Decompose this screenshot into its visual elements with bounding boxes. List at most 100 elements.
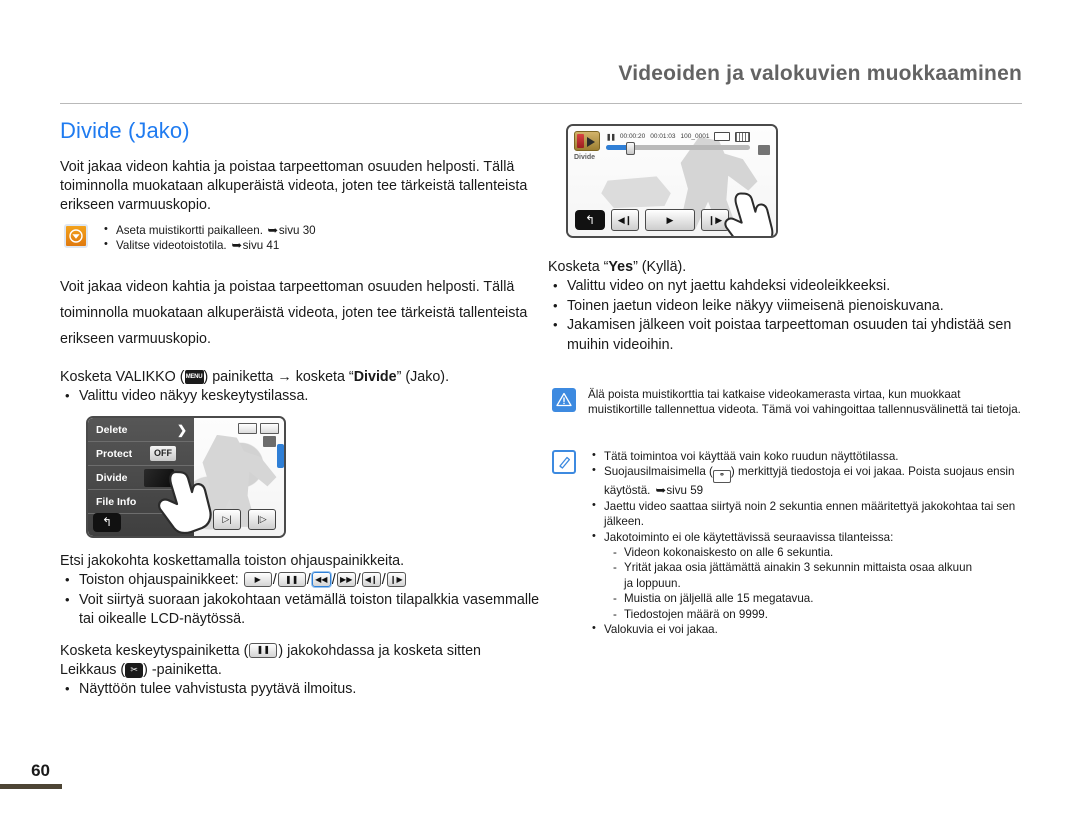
menu-row-divide[interactable]: Divide ❯ <box>88 466 194 491</box>
step-2-text: Kosketa VALIKKO (MENU) painiketta → kosk… <box>60 368 540 387</box>
list-item: Toiston ohjauspainikkeet: ▶/❚❚/◀◀/▶▶/◀❙/… <box>60 570 540 591</box>
play-glyph: ▶ <box>254 574 261 584</box>
note-ref: sivu 59 <box>666 484 704 498</box>
list-item: Näyttöön tulee vahvistusta pyytävä ilmoi… <box>60 679 540 700</box>
menu-button-icon: MENU <box>184 369 204 384</box>
quality-icon <box>263 436 276 448</box>
list-item: ja loppuun. <box>624 576 681 590</box>
menu-row-label: Divide <box>96 472 128 485</box>
lcd-menu-playback-buttons: ▷| |▷ <box>213 509 276 531</box>
step-5-notes: Valittu video on nyt jaettu kahdeksi vid… <box>548 276 1024 355</box>
precheck-list: Aseta muistikortti paikalleen. ➥sivu 30 … <box>100 222 540 254</box>
step-3-text: Etsi jakokohta koskettamalla toiston ohj… <box>60 553 405 570</box>
play-key-icon[interactable]: ▶ <box>243 572 272 588</box>
list-item: Toinen jaetun videon leike näkyy viimeis… <box>548 296 1024 317</box>
rewind-glyph: ◀◀ <box>315 574 328 584</box>
note-sub-list: Videon kokonaiskesto on alle 6 sekuntia.… <box>604 545 1024 622</box>
page-title: Divide (Jako) <box>60 118 190 143</box>
next-clip-button[interactable]: |▷ <box>248 509 276 531</box>
step-4-text: Kosketa keskeytyspainiketta (❚❚) jakokoh… <box>60 642 540 680</box>
pause-glyph: ❚❚ <box>256 645 271 655</box>
lcd-menu-panel: Delete ❯ Protect OFF Divide ❯ File Info … <box>88 418 194 537</box>
pause-status-icon: ❚❚ <box>606 133 616 141</box>
page-number: 60 <box>31 761 50 780</box>
step-5-part-b: ” (Kyllä). <box>633 259 687 275</box>
page-ref-arrow-icon: ➥ <box>231 239 243 253</box>
step-5-part-a: Kosketa “ <box>548 259 609 275</box>
menu-row-delete[interactable]: Delete ❯ <box>88 418 194 443</box>
step-3-notes: Toiston ohjauspainikkeet: ▶/❚❚/◀◀/▶▶/◀❙/… <box>60 570 540 630</box>
list-item: Aseta muistikortti paikalleen. ➥sivu 30 <box>100 222 540 238</box>
step-back-button[interactable]: ◀❙ <box>611 209 639 231</box>
protect-value[interactable]: OFF <box>150 446 176 462</box>
precheck-ref-1: sivu 41 <box>242 239 280 253</box>
battery-icon <box>714 132 731 141</box>
step-forward-key-icon[interactable]: ❙▶ <box>386 572 406 588</box>
step-forward-button[interactable]: ❙▶ <box>701 209 729 231</box>
playback-progress-bar[interactable] <box>606 142 750 155</box>
precheck-text-1: Valitse videotoistotila. <box>116 239 227 253</box>
pause-key-icon[interactable]: ❚❚ <box>249 642 278 658</box>
folio: 60 <box>0 761 62 789</box>
file-name: 100_0001 <box>680 133 710 140</box>
pause-glyph: ❚❚ <box>285 574 299 584</box>
menu-row-protect[interactable]: Protect OFF <box>88 442 194 467</box>
menu-row-label: Delete <box>96 424 128 437</box>
running-head: Videoiden ja valokuvien muokkaaminen <box>618 62 1022 85</box>
fast-forward-key-icon[interactable]: ▶▶ <box>336 572 356 588</box>
check-circle-icon <box>64 224 88 248</box>
list-item: Valokuvia ei voi jakaa. <box>588 621 1024 637</box>
step-forward-glyph: ❙▶ <box>389 574 403 584</box>
playback-mode-icon <box>574 131 600 151</box>
list-item: Voit siirtyä suoraan jakokohtaan vetämäl… <box>60 590 540 630</box>
intro-paragraph: Voit jakaa videon kahtia ja poistaa tarp… <box>60 159 528 213</box>
list-item: Jakotoiminto ei ole käytettävissä seuraa… <box>588 529 1024 623</box>
controls-label: Toiston ohjauspainikkeet: <box>79 572 239 589</box>
lcd-playback-screenshot: ❚❚ 00:00:20 00:01:03 100_0001 Divide ↰ ◀… <box>566 124 778 238</box>
back-button[interactable]: ↰ <box>575 210 605 230</box>
lcd-control-bar: ↰ ◀❙ ▶ ❙▶ ✂ <box>568 209 776 231</box>
total-time: 00:01:03 <box>650 133 676 140</box>
cut-button[interactable]: ✂ <box>741 210 769 230</box>
progress-knob[interactable] <box>626 142 636 155</box>
scrollbar[interactable] <box>277 444 284 469</box>
list-item: Tiedostojen määrä on 9999. <box>613 607 1024 623</box>
header-rule <box>60 103 1022 104</box>
step-back-key-icon[interactable]: ◀❙ <box>361 572 381 588</box>
rewind-key-icon[interactable]: ◀◀ <box>311 572 331 588</box>
list-item: Muistia on jäljellä alle 15 megatavua. <box>613 591 1024 607</box>
warning-callout: Älä poista muistikorttia tai katkaise vi… <box>548 387 1024 418</box>
back-button[interactable]: ↰ <box>93 513 121 533</box>
cut-button-icon[interactable] <box>125 662 144 678</box>
left-column: Divide (Jako) Voit jakaa videon kahtia j… <box>60 118 540 699</box>
lcd-menu-screenshot: Delete ❯ Protect OFF Divide ❯ File Info … <box>86 416 286 539</box>
card-icon <box>735 131 751 142</box>
menu-row-label: File Info <box>96 496 137 509</box>
step-back-glyph: ◀❙ <box>364 574 378 584</box>
list-item: Suojausilmaisimella (⚭) merkittyjä tiedo… <box>588 463 1024 498</box>
precheck-text-0: Aseta muistikortti paikalleen. <box>116 224 263 237</box>
right-column: ❚❚ 00:00:20 00:01:03 100_0001 Divide ↰ ◀… <box>548 118 1024 637</box>
card-icon <box>238 423 257 435</box>
list-item: Tätä toimintoa voi käyttää vain koko ruu… <box>588 448 1024 464</box>
precheck-callout: Aseta muistikortti paikalleen. ➥sivu 30 … <box>60 222 540 254</box>
step-forward-button[interactable]: ▷| <box>213 509 241 531</box>
step-1-text: Voit jakaa videon kahtia ja poistaa tarp… <box>60 278 528 347</box>
protect-indicator-icon: ⚭ <box>712 470 731 484</box>
play-button[interactable]: ▶ <box>645 209 695 231</box>
list-item: Valitse videotoistotila. ➥sivu 41 <box>100 237 540 253</box>
divide-mode-label: Divide <box>574 154 596 161</box>
list-item: Videon kokonaiskesto on alle 6 sekuntia. <box>613 545 1024 561</box>
fast-forward-glyph: ▶▶ <box>340 574 353 584</box>
lcd-menu-status-icons <box>238 423 279 435</box>
pause-key-icon[interactable]: ❚❚ <box>277 572 306 588</box>
list-item: Yrität jakaa osia jättämättä ainakin 3 s… <box>613 560 1024 576</box>
menu-row-file-info[interactable]: File Info ❯ <box>88 490 194 515</box>
precheck-ref-0: sivu 30 <box>278 224 316 237</box>
step-2-part-d: ” (Jako). <box>396 368 450 385</box>
warning-triangle-icon <box>552 387 576 412</box>
note-pencil-icon <box>552 450 576 474</box>
current-time: 00:00:20 <box>619 133 646 140</box>
chevron-right-icon: ❯ <box>176 471 187 486</box>
step-4-part-a: Kosketa keskeytyspainiketta ( <box>60 642 249 659</box>
